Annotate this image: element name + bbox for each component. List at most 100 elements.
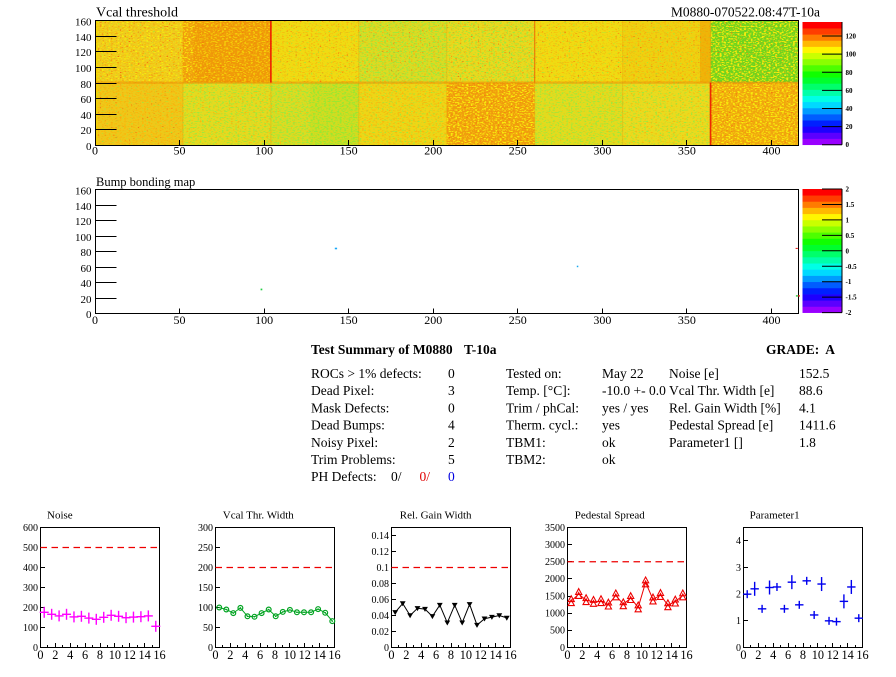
svg-text:Noisy Pixel:: Noisy Pixel: [311,435,378,450]
svg-text:ok: ok [602,452,616,467]
svg-text:0.02: 0.02 [372,627,390,638]
svg-text:60: 60 [81,263,93,275]
svg-text:8: 8 [624,648,630,662]
svg-text:150: 150 [198,583,213,594]
svg-text:0/: 0/ [391,469,402,484]
svg-text:Pedestal Spread [e]: Pedestal Spread [e] [669,418,773,433]
svg-text:Temp. [°C]:: Temp. [°C]: [506,383,570,398]
svg-text:4: 4 [736,536,741,547]
svg-text:20: 20 [81,125,93,137]
svg-text:150: 150 [340,313,358,327]
svg-text:10: 10 [460,648,472,662]
svg-text:Noise [e]: Noise [e] [669,366,719,381]
svg-text:0/: 0/ [420,469,431,484]
svg-text:0: 0 [564,648,570,662]
svg-text:100: 100 [75,232,92,244]
svg-text:May 22: May 22 [602,366,644,381]
svg-text:400: 400 [762,313,780,327]
svg-text:12: 12 [475,648,487,662]
svg-text:400: 400 [23,563,38,574]
svg-text:20: 20 [846,123,854,131]
svg-text:4: 4 [770,648,776,662]
svg-text:100: 100 [23,623,38,634]
svg-text:T-10a: T-10a [464,342,497,357]
svg-text:PH Defects:: PH Defects: [311,469,377,484]
svg-text:-2: -2 [846,309,852,317]
svg-text:0.5: 0.5 [846,232,855,240]
svg-text:10: 10 [636,648,648,662]
svg-text:TBM2:: TBM2: [506,452,546,467]
svg-text:6: 6 [82,648,88,662]
svg-text:4: 4 [418,648,424,662]
svg-text:2: 2 [227,648,233,662]
svg-text:Mask Defects:: Mask Defects: [311,400,389,415]
svg-text:1500: 1500 [545,591,565,602]
svg-text:Trim Problems:: Trim Problems: [311,452,396,467]
svg-text:-10.0 +- 0.0: -10.0 +- 0.0 [602,383,666,398]
svg-text:3: 3 [736,563,741,574]
svg-text:2: 2 [755,648,761,662]
svg-text:40: 40 [846,105,854,113]
svg-text:16: 16 [856,648,868,662]
svg-text:8: 8 [97,648,103,662]
svg-text:0: 0 [92,144,98,158]
svg-text:50: 50 [203,623,213,634]
svg-text:200: 200 [424,313,442,327]
svg-text:12: 12 [124,648,136,662]
svg-text:1: 1 [846,216,850,224]
svg-text:GRADE: A: GRADE: A [766,342,835,357]
svg-text:yes: yes [602,418,620,433]
svg-text:4: 4 [448,418,455,433]
svg-text:300: 300 [593,144,611,158]
svg-text:350: 350 [678,313,696,327]
svg-text:Test Summary of M0880: Test Summary of M0880 [311,342,453,357]
svg-text:16: 16 [680,648,692,662]
svg-text:16: 16 [328,648,340,662]
svg-text:8: 8 [272,648,278,662]
svg-text:300: 300 [23,583,38,594]
svg-text:TBM1:: TBM1: [506,435,546,450]
svg-text:20: 20 [81,294,93,306]
svg-text:120: 120 [75,216,92,228]
svg-text:0: 0 [448,400,455,415]
svg-text:500: 500 [23,543,38,554]
svg-text:Vcal Thr. Width: Vcal Thr. Width [223,510,294,522]
svg-text:2: 2 [52,648,58,662]
svg-text:1000: 1000 [545,609,565,620]
svg-text:6: 6 [433,648,439,662]
svg-text:100: 100 [255,144,273,158]
svg-text:Bump bonding map: Bump bonding map [96,175,195,189]
svg-text:16: 16 [153,648,165,662]
svg-text:300: 300 [198,523,213,534]
svg-text:350: 350 [678,144,696,158]
svg-text:6: 6 [257,648,263,662]
svg-text:100: 100 [846,51,857,59]
svg-text:1: 1 [736,616,741,627]
svg-text:200: 200 [424,144,442,158]
svg-text:-1.5: -1.5 [846,294,858,302]
svg-text:2: 2 [736,589,741,600]
svg-text:4: 4 [67,648,73,662]
svg-text:1.8: 1.8 [799,435,816,450]
svg-text:160: 160 [75,186,92,198]
svg-text:Rel. Gain Width [%]: Rel. Gain Width [%] [669,400,781,415]
svg-text:500: 500 [550,626,565,637]
svg-text:3: 3 [448,383,455,398]
svg-text:0.08: 0.08 [372,579,390,590]
svg-text:140: 140 [75,201,92,213]
svg-text:200: 200 [23,603,38,614]
svg-text:0: 0 [212,648,218,662]
svg-text:2: 2 [403,648,409,662]
svg-text:0.04: 0.04 [372,611,390,622]
svg-text:0: 0 [37,648,43,662]
svg-text:100: 100 [198,603,213,614]
svg-text:0.12: 0.12 [372,547,390,558]
svg-text:300: 300 [593,313,611,327]
svg-text:12: 12 [651,648,663,662]
svg-text:Noise: Noise [47,510,73,522]
svg-text:0: 0 [846,247,850,255]
svg-text:88.6: 88.6 [799,383,823,398]
svg-text:40: 40 [81,110,93,122]
svg-text:50: 50 [174,313,186,327]
svg-text:80: 80 [81,79,93,91]
